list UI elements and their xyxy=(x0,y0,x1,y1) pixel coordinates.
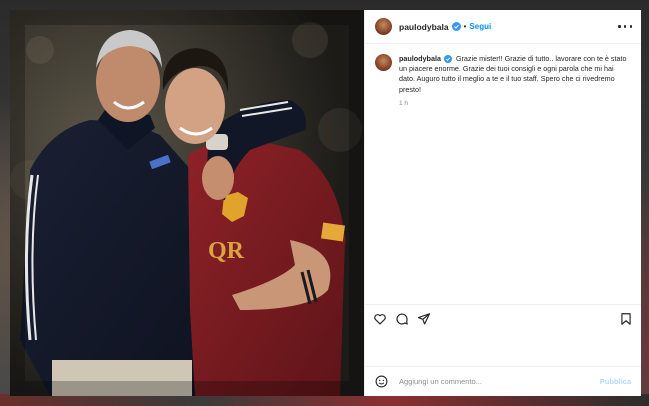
action-bar xyxy=(365,304,641,332)
post-photo-illustration: QR xyxy=(10,10,364,396)
caption-verified-badge-icon xyxy=(443,55,452,64)
author-username[interactable]: paulodybala xyxy=(399,22,449,32)
likes-area xyxy=(365,332,641,366)
add-comment-bar: Pubblica xyxy=(365,366,641,396)
verified-badge-icon xyxy=(451,22,461,31)
post-timestamp: 1 h xyxy=(399,99,409,107)
comments-area: paulodybala Grazie mister!! Grazie di tu… xyxy=(365,44,641,304)
caption-username[interactable]: paulodybala xyxy=(399,54,441,63)
post-sidebar: paulodybala • Segui paulodybala Grazie m… xyxy=(364,10,641,396)
caption-row: paulodybala Grazie mister!! Grazie di tu… xyxy=(375,54,629,109)
publish-button[interactable]: Pubblica xyxy=(600,377,631,386)
more-options-icon[interactable] xyxy=(618,22,632,32)
follow-button[interactable]: Segui xyxy=(469,22,491,31)
post-photo[interactable]: QR xyxy=(10,10,364,396)
share-icon[interactable] xyxy=(417,312,431,326)
comment-icon[interactable] xyxy=(395,312,409,326)
jersey-sponsor: QR xyxy=(208,238,245,264)
caption-body: paulodybala Grazie mister!! Grazie di tu… xyxy=(399,54,629,109)
caption-avatar[interactable] xyxy=(375,54,392,71)
heart-icon[interactable] xyxy=(373,312,387,326)
post-modal: QR paulodybala • Segui paulodybala Grazi… xyxy=(10,10,641,396)
author-avatar[interactable] xyxy=(375,18,392,35)
bookmark-icon[interactable] xyxy=(619,312,633,326)
post-header: paulodybala • Segui xyxy=(365,10,641,44)
comment-input[interactable] xyxy=(397,376,600,387)
header-separator: • xyxy=(463,22,467,31)
emoji-icon[interactable] xyxy=(375,375,388,388)
